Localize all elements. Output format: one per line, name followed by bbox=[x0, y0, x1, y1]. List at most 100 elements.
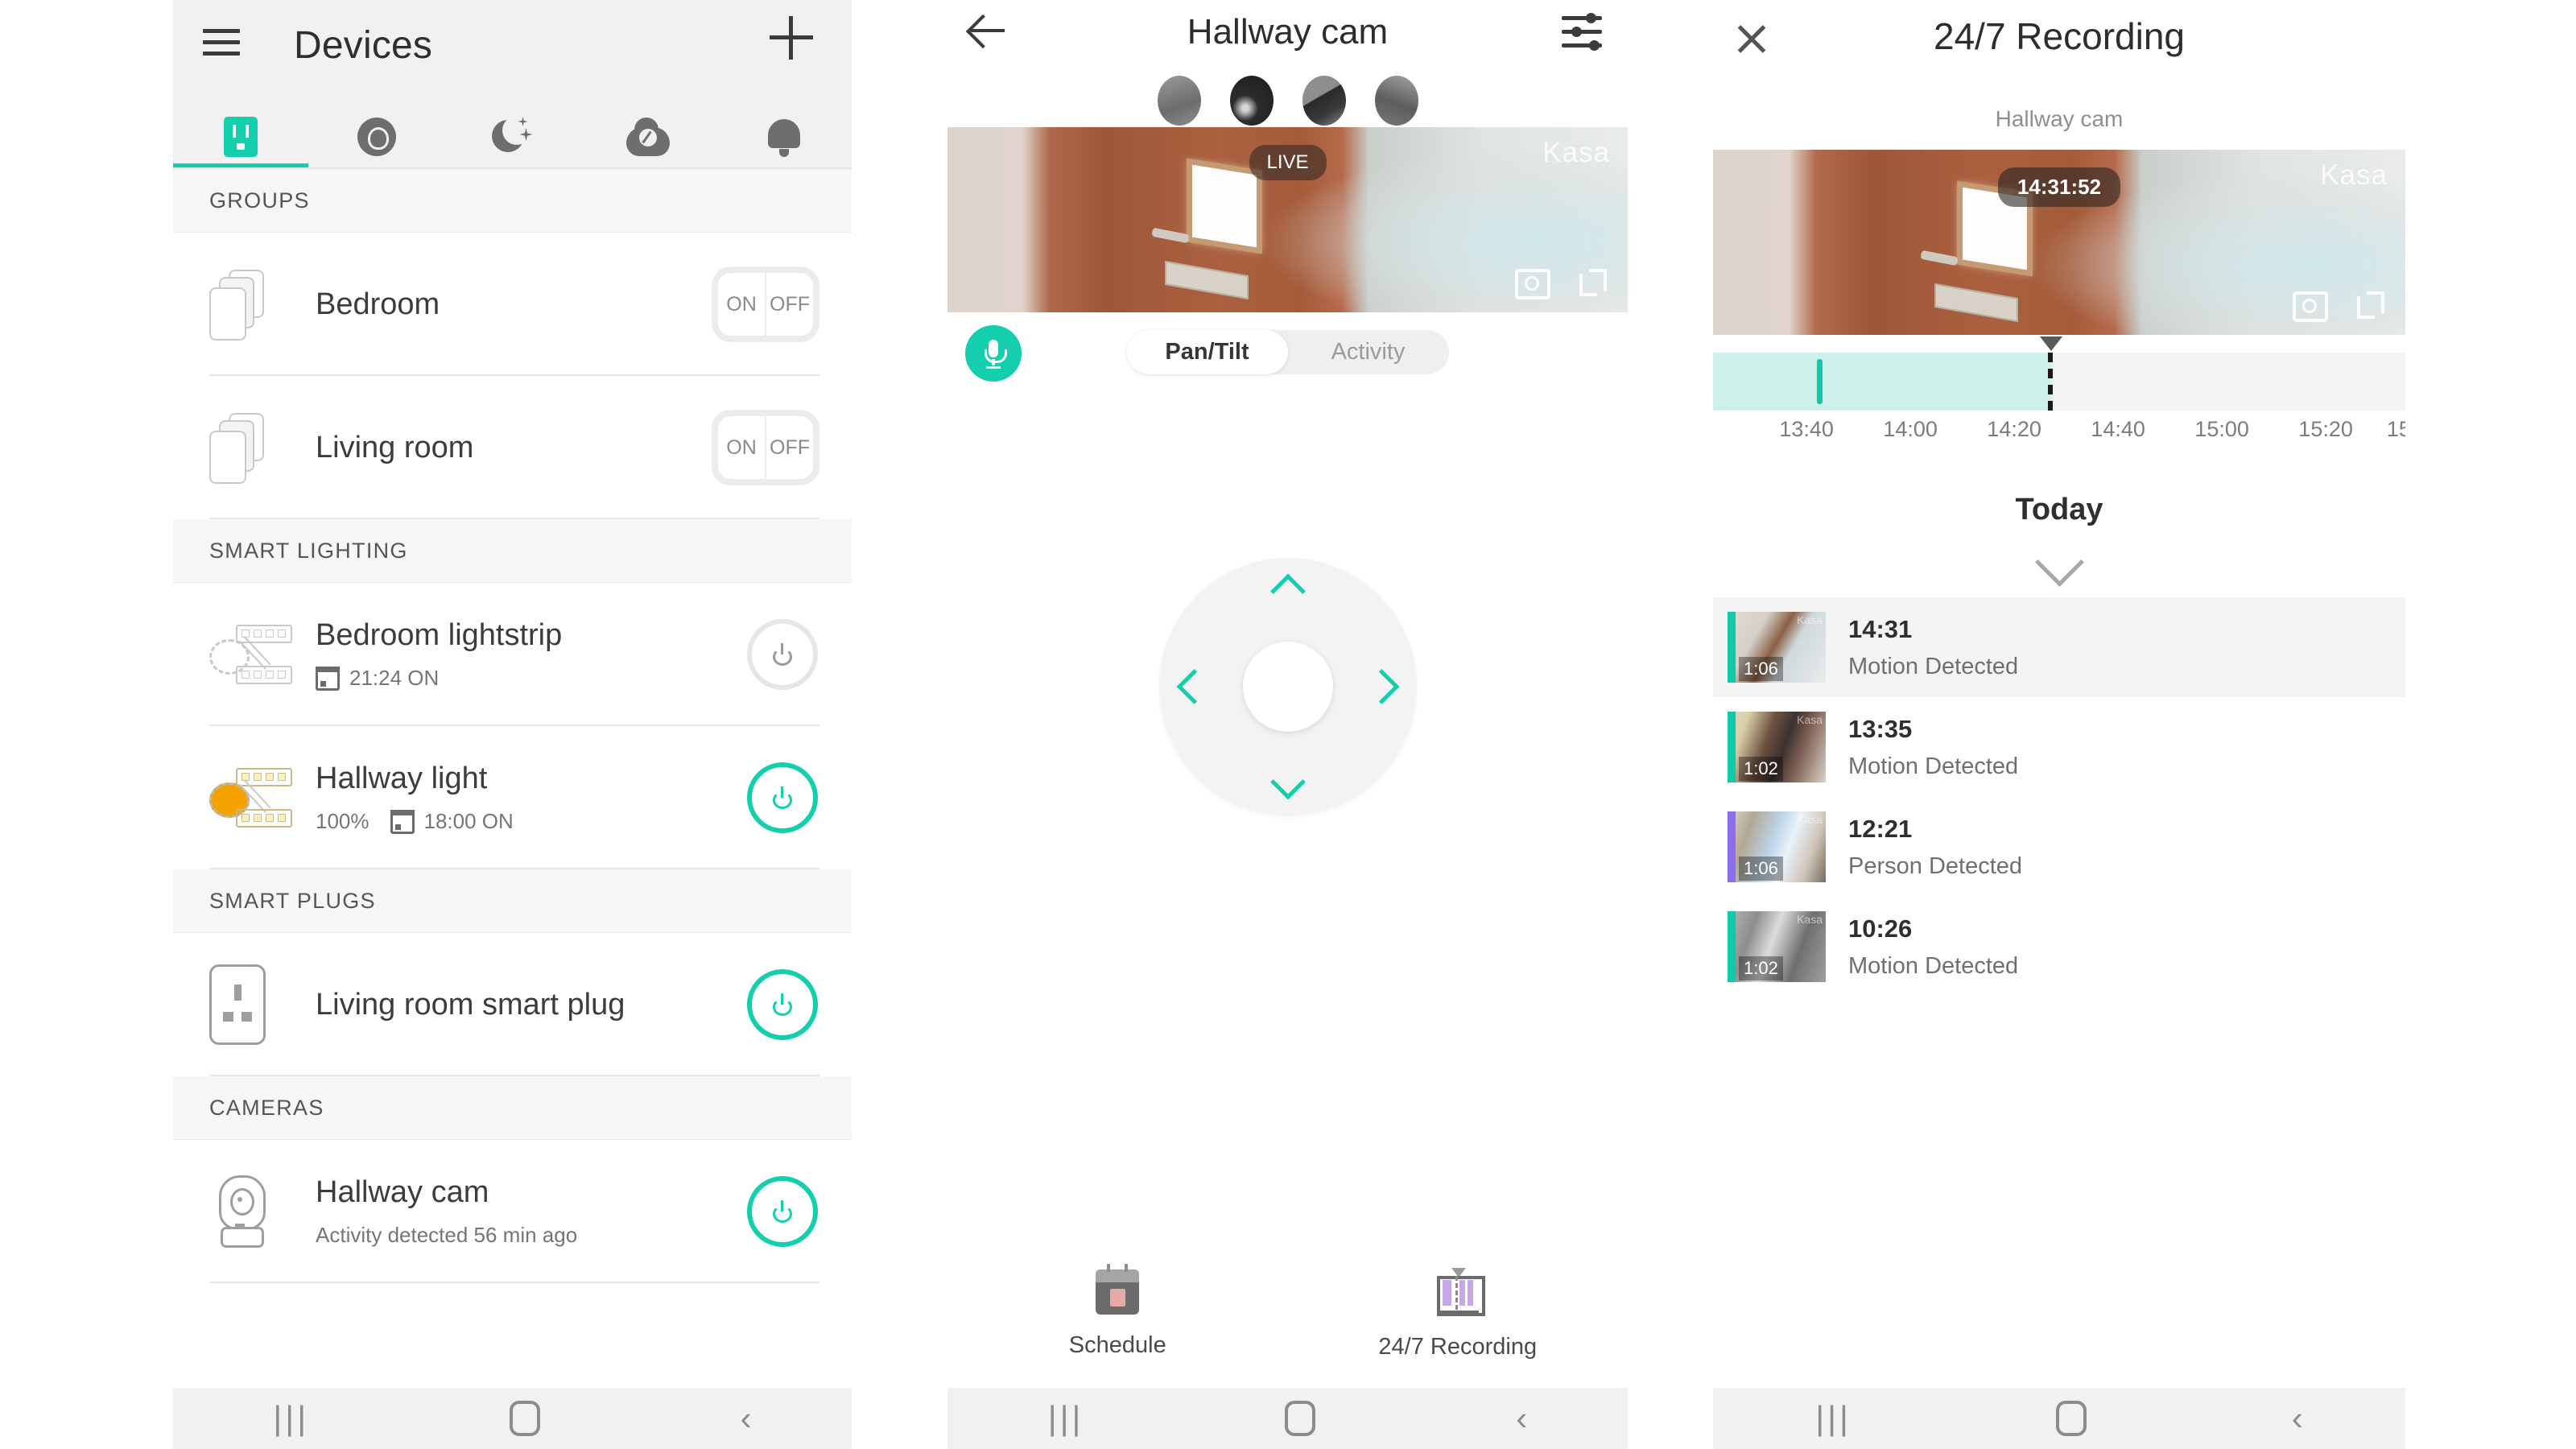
preset-thumbnail-4[interactable] bbox=[1374, 76, 1418, 126]
recording-timeline-scrubber[interactable] bbox=[1713, 336, 2405, 411]
home-button[interactable] bbox=[509, 1401, 540, 1436]
home-button[interactable] bbox=[2056, 1401, 2087, 1436]
android-navbar: ||| ‹ bbox=[1713, 1388, 2405, 1449]
devices-screen: Devices GROUPS Bedroom ON OFF Living roo… bbox=[173, 0, 852, 1449]
expand-icon[interactable] bbox=[1579, 269, 1607, 296]
page-title: Devices bbox=[294, 24, 433, 67]
timeline-playhead-line bbox=[2048, 353, 2058, 411]
action-24-7-recording[interactable]: 24/7 Recording bbox=[1288, 1268, 1629, 1360]
power-button-bedroom-lightstrip[interactable] bbox=[747, 619, 818, 690]
playback-video-feed[interactable]: 14:31:52 Kasa bbox=[1713, 150, 2405, 335]
feed-tools bbox=[2293, 291, 2384, 322]
device-name: Bedroom bbox=[316, 287, 440, 321]
event-list-item[interactable]: Kasa 1:02 13:35 Motion Detected bbox=[1713, 697, 2405, 797]
on-label[interactable]: ON bbox=[718, 416, 766, 479]
tab-moments[interactable] bbox=[444, 105, 580, 169]
event-text: 12:21 Person Detected bbox=[1826, 815, 2022, 880]
back-button[interactable]: ‹ bbox=[2292, 1402, 2303, 1435]
device-name: Living room smart plug bbox=[316, 987, 625, 1022]
off-label[interactable]: OFF bbox=[766, 273, 813, 336]
event-type: Motion Detected bbox=[1848, 753, 2019, 779]
segment-activity[interactable]: Activity bbox=[1288, 330, 1449, 374]
close-icon[interactable] bbox=[1734, 21, 1769, 56]
pan-tilt-dpad[interactable] bbox=[1158, 558, 1417, 815]
plug-icon bbox=[209, 964, 298, 1045]
plus-icon[interactable] bbox=[770, 16, 813, 60]
action-label: Schedule bbox=[1068, 1332, 1166, 1358]
recording-screen: 24/7 Recording Hallway cam 14:31:52 Kasa… bbox=[1713, 0, 2405, 1449]
bulb-icon bbox=[357, 118, 396, 156]
tab-scenes[interactable] bbox=[580, 105, 716, 169]
device-info: Hallway light 100% 18:00 ON bbox=[298, 762, 747, 834]
onoff-toggle-bedroom[interactable]: ON OFF bbox=[712, 266, 819, 342]
action-schedule[interactable]: Schedule bbox=[947, 1264, 1288, 1360]
camera-controls-row: Pan/Tilt Activity bbox=[947, 312, 1628, 409]
device-row-hallway-cam[interactable]: Hallway cam Activity detected 56 min ago bbox=[173, 1140, 852, 1283]
kasa-watermark: Kasa bbox=[1542, 137, 1610, 168]
device-row-bedroom[interactable]: Bedroom ON OFF bbox=[173, 233, 852, 376]
chevron-down-icon[interactable] bbox=[1269, 764, 1306, 800]
group-icon bbox=[209, 413, 298, 484]
tab-bulbs[interactable] bbox=[309, 105, 445, 169]
section-header-smart-plugs: SMART PLUGS bbox=[173, 869, 852, 933]
chevron-right-icon[interactable] bbox=[1364, 669, 1399, 704]
event-list-item[interactable]: Kasa 1:02 10:26 Motion Detected bbox=[1713, 897, 2405, 997]
event-thumbnail: Kasa 1:06 bbox=[1728, 811, 1826, 882]
chevron-up-icon[interactable] bbox=[1269, 573, 1306, 609]
device-row-hallway-light[interactable]: Hallway light 100% 18:00 ON bbox=[173, 726, 852, 869]
dpad-center-button[interactable] bbox=[1242, 642, 1333, 732]
preset-thumbnail-1[interactable] bbox=[1157, 76, 1201, 126]
event-duration: 1:02 bbox=[1739, 956, 1783, 980]
lightstrip-icon bbox=[209, 618, 298, 691]
magic-cloud-icon bbox=[626, 118, 671, 156]
preset-thumbnail-3[interactable] bbox=[1302, 76, 1346, 126]
timeline-event-marker[interactable] bbox=[1817, 359, 1823, 404]
kasa-watermark: Kasa bbox=[1797, 713, 1823, 726]
timeline-playhead-cursor[interactable] bbox=[2039, 336, 2062, 351]
tab-notifications[interactable] bbox=[716, 105, 852, 169]
on-label[interactable]: ON bbox=[718, 273, 766, 336]
section-header-cameras: CAMERAS bbox=[173, 1076, 852, 1140]
brightness-value: 100% bbox=[316, 809, 369, 833]
chevron-down-icon[interactable] bbox=[2034, 538, 2084, 587]
live-video-feed[interactable]: LIVE Kasa bbox=[947, 127, 1628, 312]
power-button-living-room-smart-plug[interactable] bbox=[747, 969, 818, 1040]
camera-shutter-icon[interactable] bbox=[2293, 291, 2328, 322]
segment-pan-tilt[interactable]: Pan/Tilt bbox=[1126, 330, 1288, 374]
camera-shutter-icon[interactable] bbox=[1515, 269, 1550, 299]
group-icon bbox=[209, 270, 298, 341]
device-subtitle: Activity detected 56 min ago bbox=[316, 1223, 578, 1247]
tick-label: 13:40 bbox=[1779, 417, 1834, 441]
device-row-living-room-smart-plug[interactable]: Living room smart plug bbox=[173, 933, 852, 1076]
device-info: Living room bbox=[298, 431, 712, 465]
home-button[interactable] bbox=[1284, 1401, 1315, 1436]
recording-appbar: 24/7 Recording bbox=[1713, 0, 2405, 89]
door-window bbox=[1192, 164, 1257, 248]
microphone-icon[interactable] bbox=[965, 325, 1022, 382]
power-button-hallway-light[interactable] bbox=[747, 762, 818, 833]
back-button[interactable]: ‹ bbox=[741, 1402, 752, 1435]
off-label[interactable]: OFF bbox=[766, 416, 813, 479]
event-list-item[interactable]: Kasa 1:06 14:31 Motion Detected bbox=[1713, 597, 2405, 697]
kasa-watermark: Kasa bbox=[1797, 613, 1823, 626]
recording-timeline-icon bbox=[1435, 1268, 1485, 1316]
tick-label: 14:20 bbox=[1987, 417, 2041, 441]
recents-button[interactable]: ||| bbox=[1815, 1402, 1852, 1435]
tick-label: 14:40 bbox=[2091, 417, 2145, 441]
back-button[interactable]: ‹ bbox=[1516, 1402, 1527, 1435]
recents-button[interactable]: ||| bbox=[273, 1402, 309, 1435]
sliders-icon[interactable] bbox=[1562, 13, 1602, 52]
expand-icon[interactable] bbox=[2357, 291, 2384, 319]
tab-devices[interactable] bbox=[173, 105, 309, 169]
power-button-hallway-cam[interactable] bbox=[747, 1176, 818, 1247]
device-row-living-room[interactable]: Living room ON OFF bbox=[173, 376, 852, 519]
back-arrow-icon[interactable] bbox=[968, 11, 1008, 52]
device-row-bedroom-lightstrip[interactable]: Bedroom lightstrip 21:24 ON bbox=[173, 583, 852, 726]
event-list-item[interactable]: Kasa 1:06 12:21 Person Detected bbox=[1713, 797, 2405, 897]
timeline-recorded-region bbox=[1713, 353, 2053, 411]
preset-thumbnail-2[interactable] bbox=[1229, 76, 1274, 126]
onoff-toggle-living-room[interactable]: ON OFF bbox=[712, 410, 819, 485]
hamburger-icon[interactable] bbox=[203, 29, 240, 58]
chevron-left-icon[interactable] bbox=[1176, 669, 1212, 704]
recents-button[interactable]: ||| bbox=[1048, 1402, 1084, 1435]
